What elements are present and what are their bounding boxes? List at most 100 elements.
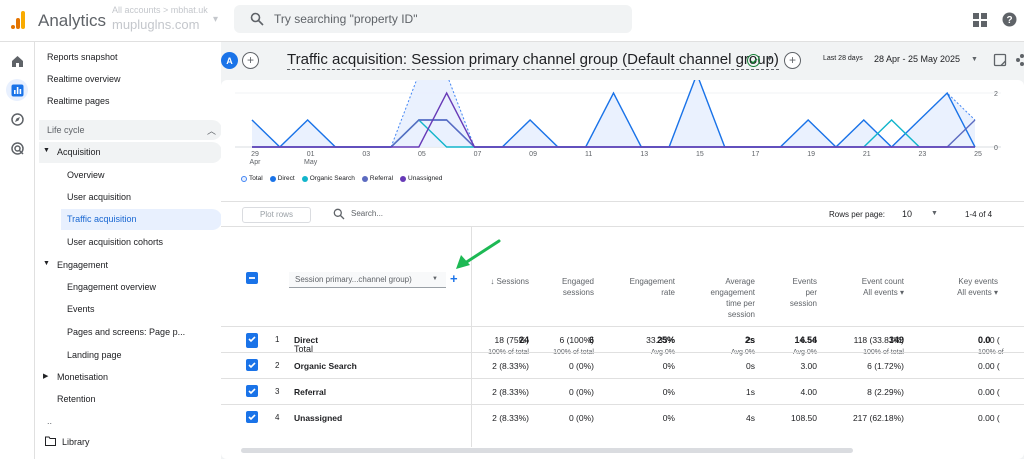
cell-sessions: 2 (8.33%) bbox=[492, 361, 529, 371]
legend-item-referral[interactable]: Referral bbox=[361, 175, 393, 182]
add-filter-icon[interactable]: + bbox=[784, 52, 801, 69]
table-row[interactable]: 2 Organic Search 2 (8.33%) 0 (0%) 0% 0s … bbox=[221, 352, 1024, 378]
plot-rows-button[interactable]: Plot rows bbox=[242, 207, 311, 223]
table-controls: Plot rows Search... Rows per page: 10 ▼ … bbox=[221, 201, 1024, 227]
chevron-down-icon[interactable]: ▾ bbox=[213, 14, 218, 25]
check-circle-icon[interactable] bbox=[747, 54, 760, 67]
page-title[interactable]: Traffic acquisition: Session primary cha… bbox=[287, 51, 779, 70]
chevron-down-icon[interactable]: ▼ bbox=[931, 210, 938, 217]
pagination-range: 1-4 of 4 bbox=[965, 210, 993, 219]
nav-landing-page[interactable]: Landing page bbox=[67, 350, 122, 360]
row-checkbox[interactable] bbox=[246, 359, 258, 371]
x-tick-label: 15 bbox=[696, 151, 704, 158]
help-icon[interactable]: ? bbox=[1002, 12, 1017, 27]
nav-pages-and-screens[interactable]: Pages and screens: Page p... bbox=[67, 327, 185, 337]
cell-key-events: 0.00 ( bbox=[978, 361, 1000, 371]
analytics-logo-icon[interactable] bbox=[10, 10, 26, 30]
legend-item-organic-search[interactable]: Organic Search bbox=[301, 175, 355, 182]
column-label: Events bbox=[792, 277, 817, 286]
date-range[interactable]: 28 Apr - 25 May 2025 bbox=[874, 54, 960, 64]
cell-key-events: 0.00 ( bbox=[978, 335, 1000, 345]
column-label: Event count bbox=[861, 277, 904, 286]
apps-grid-icon[interactable] bbox=[973, 13, 987, 27]
table-row[interactable]: 1 Direct 18 (75%) 6 (100%) 33.33% 2s 6.5… bbox=[221, 326, 1024, 352]
search-input[interactable]: Try searching "property ID" bbox=[274, 12, 417, 26]
row-dimension: Unassigned bbox=[294, 413, 343, 423]
edit-report-icon[interactable] bbox=[993, 53, 1007, 67]
column-label: Engagement bbox=[629, 277, 675, 286]
nav-group-monetisation[interactable]: ▶ Monetisation bbox=[39, 367, 222, 388]
property-selector[interactable]: mupluglns.com bbox=[112, 17, 199, 32]
column-header-engaged-sessions[interactable]: Engaged sessions bbox=[544, 276, 594, 298]
comparison-avatar[interactable]: A bbox=[221, 52, 238, 69]
nav-group-engagement[interactable]: ▼ Engagement bbox=[39, 255, 222, 276]
rows-per-page-select[interactable]: 10 bbox=[902, 209, 912, 219]
legend-dot-icon bbox=[269, 175, 276, 182]
share-icon[interactable] bbox=[1016, 53, 1024, 67]
rows-per-page-label: Rows per page: bbox=[829, 210, 886, 219]
chevron-down-icon[interactable]: ▼ bbox=[766, 56, 773, 63]
nav-group-label: Retention bbox=[57, 394, 96, 404]
cell-events-per-session: 4.00 bbox=[800, 387, 817, 397]
legend-item-total[interactable]: Total bbox=[241, 175, 263, 182]
table-row[interactable]: 4 Unassigned 2 (8.33%) 0 (0%) 0% 4s 108.… bbox=[221, 404, 1024, 430]
nav-library[interactable]: Library bbox=[62, 437, 90, 447]
horizontal-scrollbar[interactable] bbox=[241, 448, 853, 453]
table-header: Session primary...channel group) ▼ + ↓ S… bbox=[221, 227, 1024, 356]
date-preset-badge[interactable]: Last 28 days bbox=[820, 53, 866, 64]
row-checkbox[interactable] bbox=[246, 333, 258, 345]
row-checkbox[interactable] bbox=[246, 385, 258, 397]
key-event-filter-select[interactable]: All events ▾ bbox=[928, 288, 998, 297]
cell-avg-time: 4s bbox=[746, 413, 755, 423]
nav-acquisition-overview[interactable]: Overview bbox=[67, 170, 105, 180]
cell-engagement-rate: 0% bbox=[662, 413, 675, 423]
cell-sessions: 18 (75%) bbox=[494, 335, 530, 345]
report-card: 29 Apr 01 May 03 05 07 09 11 13 15 17 19 21 23 25 2 0 Tot… bbox=[221, 80, 1024, 459]
dimension-selector[interactable]: Session primary...channel group) ▼ bbox=[289, 272, 446, 288]
event-filter-select[interactable]: All events ▾ bbox=[831, 288, 904, 297]
nav-user-acquisition[interactable]: User acquisition bbox=[67, 192, 131, 202]
table-row[interactable]: 3 Referral 2 (8.33%) 0 (0%) 0% 1s 4.00 8… bbox=[221, 378, 1024, 404]
column-header-sessions[interactable]: ↓ Sessions bbox=[479, 276, 529, 287]
chevron-down-icon[interactable]: ▼ bbox=[971, 56, 978, 63]
column-header-engagement-rate[interactable]: Engagement rate bbox=[619, 276, 675, 298]
nav-user-acquisition-cohorts[interactable]: User acquisition cohorts bbox=[67, 237, 163, 247]
row-index: 4 bbox=[275, 413, 280, 422]
add-dimension-button[interactable]: + bbox=[450, 271, 458, 286]
legend-item-direct[interactable]: Direct bbox=[269, 175, 295, 182]
nav-traffic-acquisition[interactable]: Traffic acquisition bbox=[61, 209, 222, 230]
nav-section-lifecycle[interactable]: Life cycle ︿ bbox=[39, 120, 222, 140]
add-comparison-icon[interactable]: + bbox=[242, 52, 259, 69]
column-header-avg-engagement-time[interactable]: Average engagement time per session bbox=[695, 276, 755, 320]
row-checkbox[interactable] bbox=[246, 411, 258, 423]
nav-group-acquisition[interactable]: ▼ Acquisition bbox=[39, 142, 222, 163]
legend-item-unassigned[interactable]: Unassigned bbox=[400, 175, 442, 182]
nav-group-retention[interactable]: Retention bbox=[39, 389, 222, 410]
column-header-events-per-session[interactable]: Events per session bbox=[777, 276, 817, 309]
column-header-event-count[interactable]: Event count bbox=[841, 276, 904, 287]
column-label: ↓ Sessions bbox=[490, 277, 529, 286]
column-label: session bbox=[727, 310, 755, 319]
legend-label: Unassigned bbox=[408, 175, 443, 182]
table-search-input[interactable]: Search... bbox=[351, 209, 383, 218]
app-title: Analytics bbox=[38, 11, 107, 30]
reports-nav: Reports snapshot Realtime overview Realt… bbox=[35, 42, 222, 459]
nav-engagement-overview[interactable]: Engagement overview bbox=[67, 282, 156, 292]
nav-ellipsis: .. bbox=[47, 416, 53, 426]
search-bar[interactable]: Try searching "property ID" bbox=[234, 5, 632, 33]
column-header-key-events[interactable]: Key events bbox=[938, 276, 998, 287]
nav-realtime-pages[interactable]: Realtime pages bbox=[47, 96, 110, 106]
nav-events[interactable]: Events bbox=[67, 304, 95, 314]
nav-realtime-overview[interactable]: Realtime overview bbox=[47, 74, 121, 84]
chevron-up-icon[interactable]: ︿ bbox=[207, 124, 216, 137]
explore-icon[interactable] bbox=[6, 108, 28, 130]
select-all-checkbox[interactable] bbox=[246, 272, 258, 284]
reports-icon[interactable] bbox=[6, 79, 28, 101]
legend-dot-icon bbox=[400, 175, 407, 182]
advertising-icon[interactable] bbox=[6, 137, 28, 159]
home-icon[interactable] bbox=[6, 50, 28, 72]
nav-item-label: Traffic acquisition bbox=[67, 214, 137, 224]
account-breadcrumb[interactable]: All accounts > mbhat.uk bbox=[112, 5, 208, 15]
column-label: Average bbox=[725, 277, 755, 286]
nav-reports-snapshot[interactable]: Reports snapshot bbox=[47, 52, 118, 62]
